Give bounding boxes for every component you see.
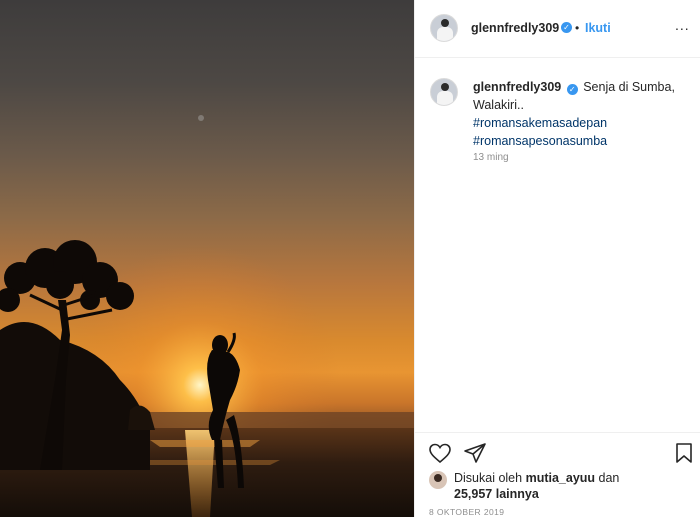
more-options-icon[interactable]: ... [675, 17, 690, 33]
post-photo[interactable] [0, 0, 414, 517]
follow-button[interactable]: Ikuti [585, 21, 611, 35]
likes-prefix: Disukai oleh [454, 471, 523, 485]
likes-suffix[interactable]: lainnya [496, 487, 539, 501]
post-date: 8 OKTOBER 2019 [429, 507, 505, 517]
likes-count-link[interactable]: 25,957 [454, 487, 492, 501]
liker-username-link[interactable]: mutia_ayuu [526, 471, 595, 485]
bookmark-icon[interactable] [672, 441, 696, 465]
caption-username-link[interactable]: glennfredly309 [473, 80, 561, 94]
avatar[interactable] [430, 14, 458, 42]
action-bar [415, 432, 700, 472]
post-time[interactable]: 13 ming [473, 152, 509, 163]
post-header: glennfredly309 ✓ • Ikuti ... [415, 0, 700, 58]
sunset-silhouette-image [0, 0, 414, 517]
verified-badge-icon: ✓ [561, 22, 572, 33]
heart-icon[interactable] [428, 441, 452, 465]
caption: glennfredly309 ✓ Senja di Sumba, Walakir… [473, 78, 688, 150]
likes-and: dan [598, 471, 620, 485]
caption-avatar[interactable] [430, 78, 458, 106]
hashtag-link[interactable]: #romansakemasadepan [473, 114, 688, 132]
hashtag-link[interactable]: #romansapesonasumba [473, 132, 688, 150]
caption-verified-icon: ✓ [566, 84, 578, 95]
paper-plane-icon[interactable] [463, 441, 487, 465]
separator-dot: • [575, 21, 580, 35]
username-link[interactable]: glennfredly309 [471, 21, 559, 35]
liker-avatar[interactable] [429, 471, 447, 489]
post-detail-panel: glennfredly309 ✓ • Ikuti ... glennfredly… [414, 0, 700, 517]
